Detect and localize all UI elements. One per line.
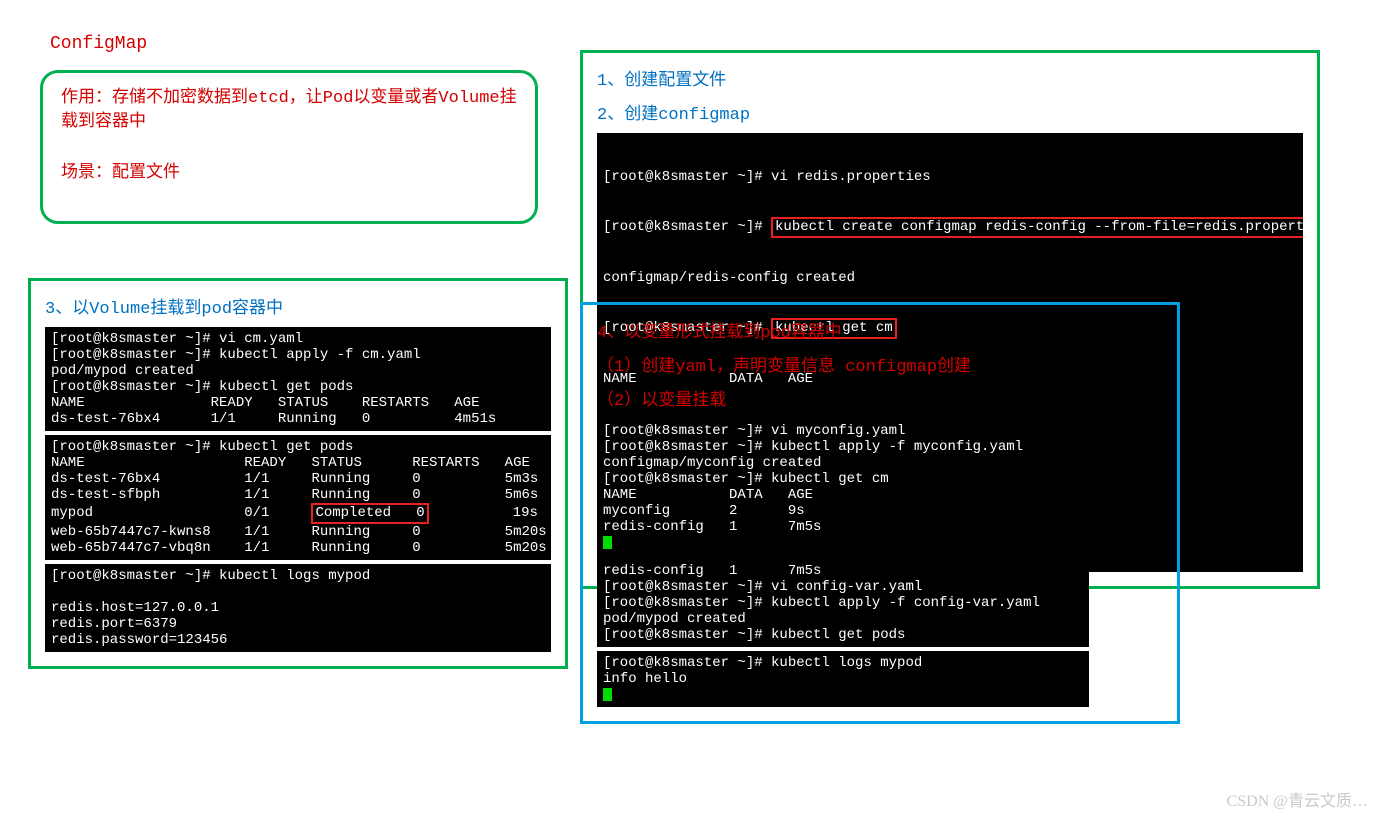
cmd-create-cm: kubectl create configmap redis-config --… <box>771 217 1303 238</box>
cursor-icon <box>603 536 612 549</box>
intro-p2: 场景：配置文件 <box>61 157 517 183</box>
hdr-sub1: （1）创建yaml，声明变量信息 configmap创建 <box>597 351 1163 377</box>
page-title: ConfigMap <box>50 34 147 54</box>
card-intro: 作用：存储不加密数据到etcd，让Pod以变量或者Volume挂载到容器中 场景… <box>40 70 538 224</box>
term3a: [root@k8smaster ~]# vi cm.yaml [root@k8s… <box>45 327 551 431</box>
card-step3: 3、以Volume挂载到pod容器中 [root@k8smaster ~]# v… <box>28 278 568 669</box>
term3b: [root@k8smaster ~]# kubectl get pods NAM… <box>45 435 551 560</box>
hdr-sub2: （2）以变量挂载 <box>597 385 1163 411</box>
term4a: [root@k8smaster ~]# vi myconfig.yaml [ro… <box>597 419 1089 555</box>
card-step4: 4、以变量形式挂载到pod容器中 （1）创建yaml，声明变量信息 config… <box>580 302 1180 724</box>
row-mypod-completed: Completed 0 <box>311 503 428 524</box>
hdr-var-mount: 4、以变量形式挂载到pod容器中 <box>597 317 1163 343</box>
cursor-icon <box>603 688 612 701</box>
intro-p1: 作用：存储不加密数据到etcd，让Pod以变量或者Volume挂载到容器中 <box>61 87 517 135</box>
watermark: CSDN @青云文质… <box>1227 787 1368 811</box>
hdr-create-configmap: 2、创建configmap <box>597 99 1303 125</box>
hdr-create-file: 1、创建配置文件 <box>597 65 1303 91</box>
term4b: redis-config 1 7m5s [root@k8smaster ~]# … <box>597 559 1089 647</box>
hdr-volume-mount: 3、以Volume挂载到pod容器中 <box>45 293 551 319</box>
term3c: [root@k8smaster ~]# kubectl logs mypod r… <box>45 564 551 652</box>
term4c: [root@k8smaster ~]# kubectl logs mypod i… <box>597 651 1089 707</box>
